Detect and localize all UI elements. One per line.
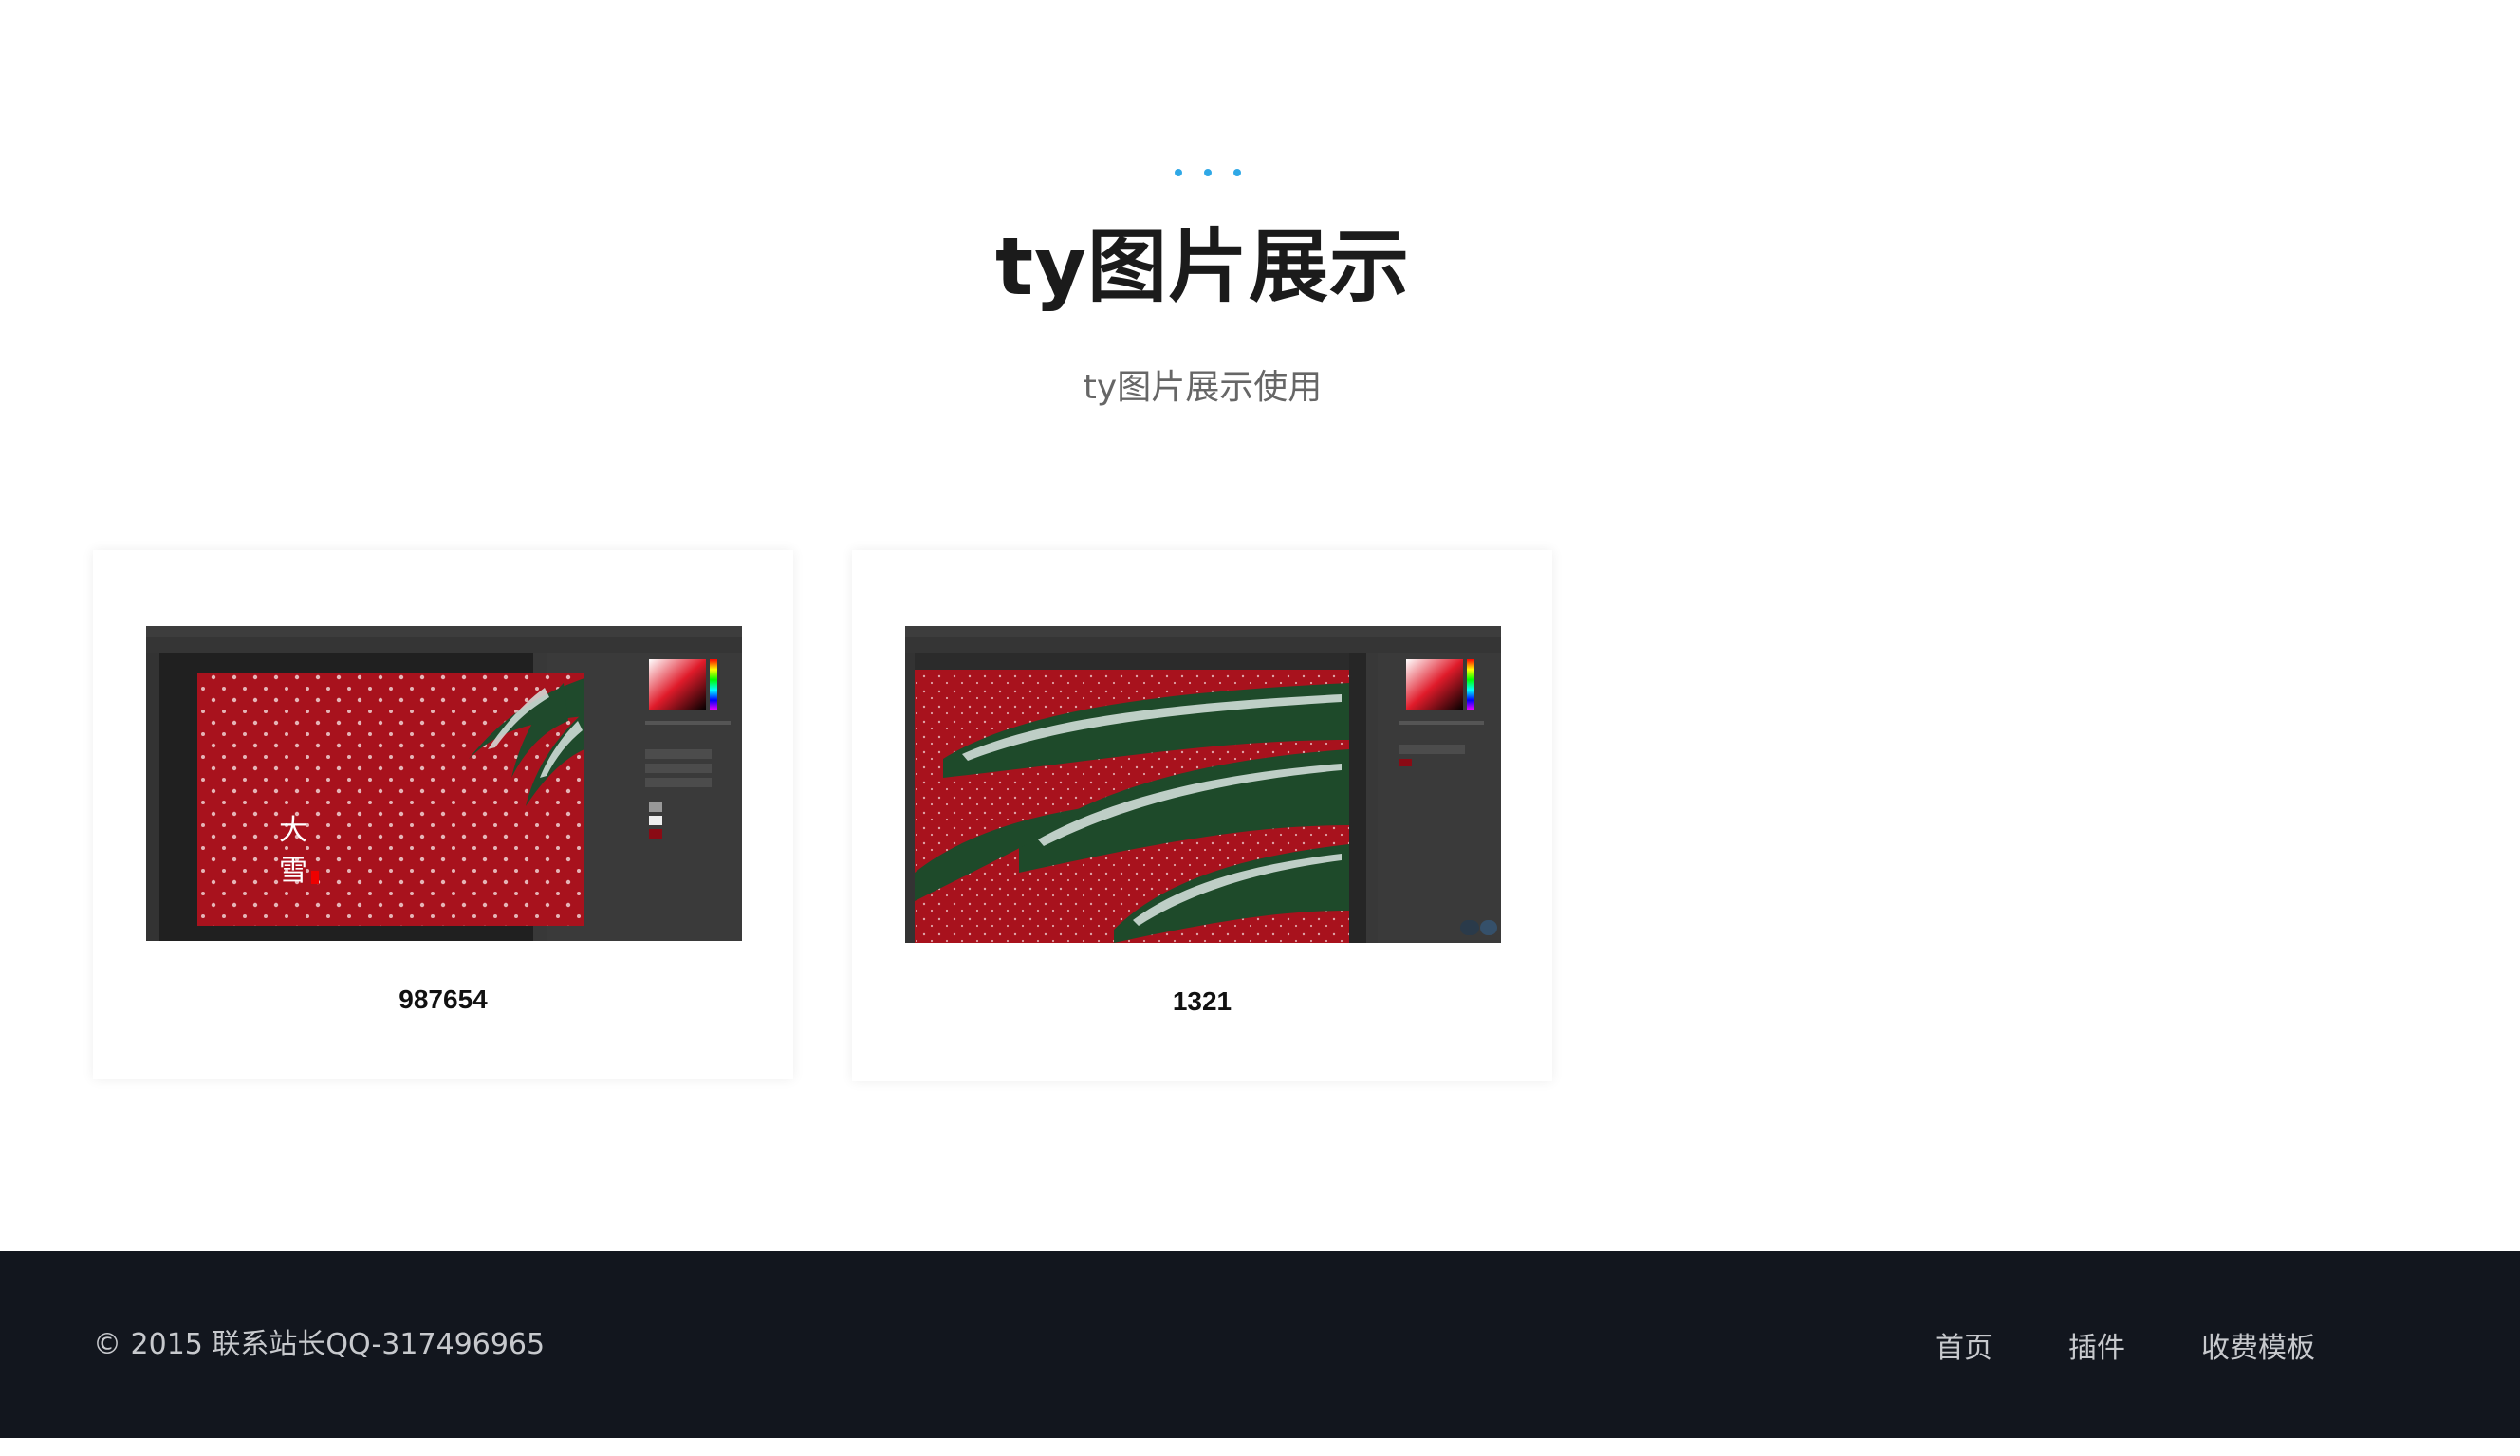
footer-link-plugins[interactable]: 插件 (2068, 1324, 2125, 1366)
dot-icon (1204, 169, 1212, 176)
photoshop-screenshot-image (905, 626, 1501, 943)
footer-link-paid-templates[interactable]: 收费模板 (2201, 1324, 2315, 1366)
card-thumbnail[interactable]: 大 雪 (146, 626, 742, 941)
dot-icon (1175, 169, 1182, 176)
page-title: ty图片展示 (995, 220, 1410, 313)
page-subtitle: ty图片展示使用 (1083, 368, 1323, 407)
photoshop-screenshot-image: 大 雪 (146, 626, 742, 941)
svg-text:雪: 雪 (279, 855, 307, 888)
gallery-card[interactable]: 大 雪 987654 (93, 550, 793, 1079)
card-title[interactable]: 987654 (93, 977, 793, 1023)
dot-icon (1233, 169, 1241, 176)
svg-text:大: 大 (279, 814, 307, 847)
copyright-text: © 2015 联系站长QQ-317496965 (93, 1327, 546, 1361)
footer-link-home[interactable]: 首页 (1936, 1324, 1992, 1366)
decorative-dots (1175, 169, 1241, 176)
card-title[interactable]: 1321 (852, 979, 1552, 1024)
footer-nav: 首页 插件 收费模板 (1936, 1251, 2315, 1438)
site-footer: © 2015 联系站长QQ-317496965 首页 插件 收费模板 (0, 1251, 2520, 1438)
card-thumbnail[interactable] (905, 626, 1501, 943)
gallery-card[interactable]: 1321 (852, 550, 1552, 1081)
